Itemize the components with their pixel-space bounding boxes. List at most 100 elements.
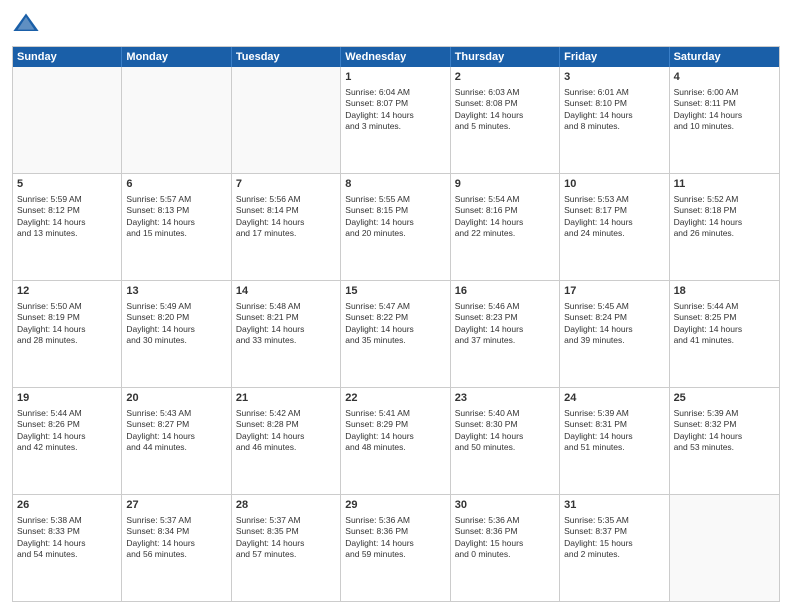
day-number: 17: [564, 284, 664, 299]
cell-line: Daylight: 15 hours: [455, 538, 555, 549]
cell-line: Sunset: 8:28 PM: [236, 419, 336, 430]
cell-line: and 10 minutes.: [674, 121, 775, 132]
calendar-cell: [232, 67, 341, 173]
calendar-cell: 21Sunrise: 5:42 AMSunset: 8:28 PMDayligh…: [232, 388, 341, 494]
calendar-header: SundayMondayTuesdayWednesdayThursdayFrid…: [13, 47, 779, 67]
cell-line: and 24 minutes.: [564, 228, 664, 239]
cell-line: and 20 minutes.: [345, 228, 445, 239]
calendar-cell: 13Sunrise: 5:49 AMSunset: 8:20 PMDayligh…: [122, 281, 231, 387]
cell-line: Sunrise: 5:53 AM: [564, 194, 664, 205]
cell-line: Sunset: 8:31 PM: [564, 419, 664, 430]
cell-line: Sunset: 8:23 PM: [455, 312, 555, 323]
day-number: 16: [455, 284, 555, 299]
day-number: 31: [564, 498, 664, 513]
day-number: 27: [126, 498, 226, 513]
cell-line: Daylight: 14 hours: [345, 217, 445, 228]
day-number: 13: [126, 284, 226, 299]
day-number: 22: [345, 391, 445, 406]
calendar-cell: 26Sunrise: 5:38 AMSunset: 8:33 PMDayligh…: [13, 495, 122, 601]
cell-line: and 46 minutes.: [236, 442, 336, 453]
calendar-cell: 3Sunrise: 6:01 AMSunset: 8:10 PMDaylight…: [560, 67, 669, 173]
cell-line: Daylight: 14 hours: [126, 324, 226, 335]
calendar-row: 26Sunrise: 5:38 AMSunset: 8:33 PMDayligh…: [13, 494, 779, 601]
cell-line: Sunset: 8:16 PM: [455, 205, 555, 216]
cell-line: and 15 minutes.: [126, 228, 226, 239]
cell-line: Sunset: 8:33 PM: [17, 526, 117, 537]
cell-line: Daylight: 14 hours: [345, 431, 445, 442]
calendar-cell: 7Sunrise: 5:56 AMSunset: 8:14 PMDaylight…: [232, 174, 341, 280]
calendar-cell: 19Sunrise: 5:44 AMSunset: 8:26 PMDayligh…: [13, 388, 122, 494]
calendar-cell: 27Sunrise: 5:37 AMSunset: 8:34 PMDayligh…: [122, 495, 231, 601]
cell-line: Sunrise: 5:37 AM: [236, 515, 336, 526]
page: SundayMondayTuesdayWednesdayThursdayFrid…: [0, 0, 792, 612]
cell-line: Daylight: 14 hours: [126, 431, 226, 442]
cell-line: Daylight: 14 hours: [674, 217, 775, 228]
cell-line: Sunrise: 5:42 AM: [236, 408, 336, 419]
cell-line: Sunrise: 5:49 AM: [126, 301, 226, 312]
cell-line: Daylight: 14 hours: [17, 324, 117, 335]
cell-line: and 51 minutes.: [564, 442, 664, 453]
cell-line: Sunrise: 5:44 AM: [674, 301, 775, 312]
calendar-cell: 16Sunrise: 5:46 AMSunset: 8:23 PMDayligh…: [451, 281, 560, 387]
weekday-header: Sunday: [13, 47, 122, 67]
cell-line: Daylight: 14 hours: [236, 324, 336, 335]
header: [12, 10, 780, 38]
day-number: 24: [564, 391, 664, 406]
calendar-row: 1Sunrise: 6:04 AMSunset: 8:07 PMDaylight…: [13, 67, 779, 173]
cell-line: and 2 minutes.: [564, 549, 664, 560]
cell-line: Sunrise: 5:44 AM: [17, 408, 117, 419]
cell-line: Sunset: 8:24 PM: [564, 312, 664, 323]
cell-line: Daylight: 14 hours: [564, 431, 664, 442]
cell-line: Sunrise: 5:39 AM: [674, 408, 775, 419]
cell-line: Daylight: 14 hours: [126, 538, 226, 549]
cell-line: Sunrise: 5:55 AM: [345, 194, 445, 205]
calendar-cell: 6Sunrise: 5:57 AMSunset: 8:13 PMDaylight…: [122, 174, 231, 280]
cell-line: Daylight: 14 hours: [564, 217, 664, 228]
cell-line: Sunset: 8:11 PM: [674, 98, 775, 109]
cell-line: Daylight: 14 hours: [345, 110, 445, 121]
cell-line: Sunset: 8:37 PM: [564, 526, 664, 537]
day-number: 9: [455, 177, 555, 192]
weekday-header: Tuesday: [232, 47, 341, 67]
cell-line: Sunrise: 5:40 AM: [455, 408, 555, 419]
calendar-cell: 14Sunrise: 5:48 AMSunset: 8:21 PMDayligh…: [232, 281, 341, 387]
cell-line: Daylight: 14 hours: [455, 324, 555, 335]
day-number: 30: [455, 498, 555, 513]
cell-line: Sunset: 8:15 PM: [345, 205, 445, 216]
cell-line: and 35 minutes.: [345, 335, 445, 346]
cell-line: Sunrise: 5:59 AM: [17, 194, 117, 205]
day-number: 25: [674, 391, 775, 406]
cell-line: Daylight: 14 hours: [17, 538, 117, 549]
cell-line: Sunset: 8:13 PM: [126, 205, 226, 216]
day-number: 6: [126, 177, 226, 192]
cell-line: Sunset: 8:07 PM: [345, 98, 445, 109]
calendar-cell: 28Sunrise: 5:37 AMSunset: 8:35 PMDayligh…: [232, 495, 341, 601]
day-number: 18: [674, 284, 775, 299]
calendar-cell: 10Sunrise: 5:53 AMSunset: 8:17 PMDayligh…: [560, 174, 669, 280]
cell-line: Daylight: 14 hours: [455, 110, 555, 121]
cell-line: and 26 minutes.: [674, 228, 775, 239]
day-number: 14: [236, 284, 336, 299]
calendar-cell: [670, 495, 779, 601]
cell-line: and 54 minutes.: [17, 549, 117, 560]
cell-line: and 30 minutes.: [126, 335, 226, 346]
cell-line: Sunrise: 6:03 AM: [455, 87, 555, 98]
cell-line: Sunrise: 5:41 AM: [345, 408, 445, 419]
cell-line: Sunset: 8:17 PM: [564, 205, 664, 216]
cell-line: Sunset: 8:18 PM: [674, 205, 775, 216]
cell-line: Sunrise: 5:35 AM: [564, 515, 664, 526]
calendar: SundayMondayTuesdayWednesdayThursdayFrid…: [12, 46, 780, 602]
calendar-row: 12Sunrise: 5:50 AMSunset: 8:19 PMDayligh…: [13, 280, 779, 387]
calendar-cell: 5Sunrise: 5:59 AMSunset: 8:12 PMDaylight…: [13, 174, 122, 280]
weekday-header: Friday: [560, 47, 669, 67]
cell-line: Daylight: 14 hours: [126, 217, 226, 228]
day-number: 15: [345, 284, 445, 299]
cell-line: Sunrise: 5:36 AM: [345, 515, 445, 526]
calendar-cell: 15Sunrise: 5:47 AMSunset: 8:22 PMDayligh…: [341, 281, 450, 387]
day-number: 12: [17, 284, 117, 299]
day-number: 2: [455, 70, 555, 85]
cell-line: Daylight: 14 hours: [17, 431, 117, 442]
cell-line: Sunrise: 6:00 AM: [674, 87, 775, 98]
cell-line: and 13 minutes.: [17, 228, 117, 239]
cell-line: Sunset: 8:32 PM: [674, 419, 775, 430]
